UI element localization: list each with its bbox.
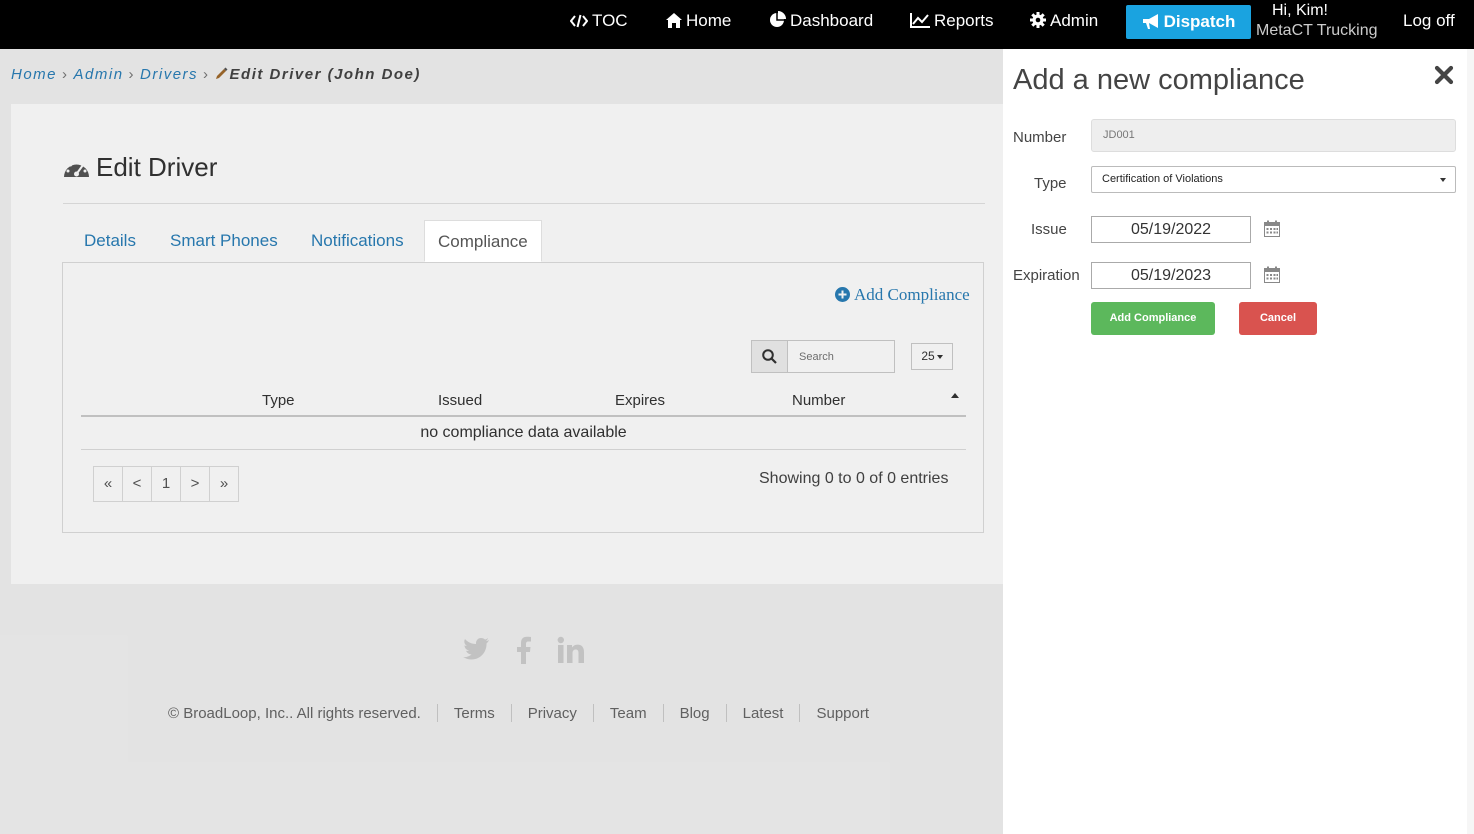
close-icon[interactable] [1434,65,1454,85]
panel-title: Add a new compliance [1013,64,1305,96]
type-select-value: Certification of Violations [1102,173,1223,185]
modal-backdrop[interactable] [0,49,1003,834]
pie-chart-icon [770,11,786,27]
dispatch-label: Dispatch [1163,12,1236,31]
bullhorn-icon [1142,14,1158,29]
nav-admin-label: Admin [1050,11,1099,30]
logoff-link[interactable]: Log off [1403,0,1455,42]
issue-date-field[interactable]: 05/19/2022 [1091,216,1251,243]
dispatch-button[interactable]: Dispatch [1126,5,1251,39]
nav-dashboard[interactable]: Dashboard [769,0,873,42]
expiration-label: Expiration [1013,267,1080,284]
top-navbar: TOC Home Dashboard Reports Admin Dispatc… [0,0,1474,49]
expiration-date-field[interactable]: 05/19/2023 [1091,262,1251,289]
type-label: Type [1034,175,1067,192]
code-icon [569,14,589,28]
company-name: MetaCT Trucking [1256,22,1378,39]
nav-dashboard-label: Dashboard [790,11,874,30]
add-compliance-button[interactable]: Add Compliance [1091,302,1215,335]
nav-toc[interactable]: TOC [569,0,628,42]
line-chart-icon [910,13,930,28]
home-icon [666,13,682,28]
add-compliance-panel: Add a new compliance Number JD001 Type C… [1003,49,1467,834]
cancel-button[interactable]: Cancel [1239,302,1317,335]
nav-home[interactable]: Home [666,0,731,42]
calendar-icon[interactable] [1264,220,1280,237]
gear-icon [1030,12,1046,28]
nav-home-label: Home [686,11,732,30]
type-select[interactable]: Certification of Violations [1091,166,1456,193]
nav-admin[interactable]: Admin [1030,0,1098,42]
nav-reports-label: Reports [934,11,994,30]
nav-toc-label: TOC [592,11,628,30]
issue-label: Issue [1031,221,1067,238]
nav-reports[interactable]: Reports [910,0,994,42]
calendar-icon[interactable] [1264,266,1280,283]
chevron-down-icon [1440,178,1446,182]
user-greeting: Hi, Kim! [1272,2,1328,19]
scrollbar[interactable] [1467,49,1474,834]
number-label: Number [1013,129,1067,146]
number-field[interactable]: JD001 [1091,119,1456,152]
tab-compliance[interactable]: Compliance [424,220,542,262]
